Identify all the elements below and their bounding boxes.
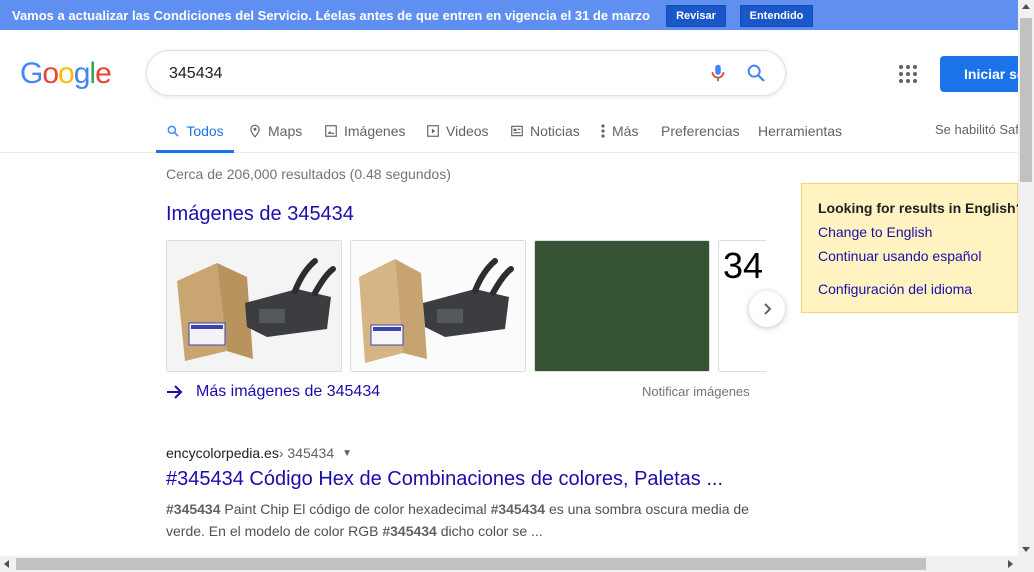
snippet-bold: #345434: [382, 523, 437, 539]
map-pin-icon: [250, 124, 260, 138]
tab-videos-label: Videos: [446, 123, 489, 139]
search-icon: [167, 125, 179, 137]
tab-more-label: Más: [612, 123, 639, 139]
scroll-down-arrow-icon[interactable]: [1022, 547, 1030, 552]
horizontal-scroll-thumb[interactable]: [16, 558, 926, 570]
tab-maps-label: Maps: [268, 123, 303, 139]
mic-icon[interactable]: [707, 62, 729, 84]
vertical-scroll-thumb[interactable]: [1020, 18, 1032, 182]
preferences-link[interactable]: Preferencias: [661, 110, 740, 152]
image-thumbnail[interactable]: [350, 240, 526, 372]
tools-link[interactable]: Herramientas: [758, 110, 842, 152]
vertical-scrollbar[interactable]: [1018, 0, 1034, 556]
result-url: encycolorpedia.es › 345434 ▼: [166, 445, 352, 461]
search-input[interactable]: [167, 62, 691, 86]
tab-news[interactable]: Noticias: [510, 110, 580, 152]
terms-update-banner: Vamos a actualizar las Condiciones del S…: [0, 0, 1018, 30]
banner-message: Vamos a actualizar las Condiciones del S…: [12, 7, 650, 23]
language-settings-link[interactable]: Configuración del idioma: [818, 281, 972, 297]
image-thumbnail[interactable]: [166, 240, 342, 372]
search-icon[interactable]: [745, 62, 767, 84]
carousel-next-button[interactable]: [749, 291, 785, 327]
logo-letter: e: [95, 57, 112, 90]
search-box: [146, 50, 786, 96]
thumbnail-text: 34: [723, 245, 764, 286]
tab-videos[interactable]: Videos: [426, 110, 489, 152]
tab-maps[interactable]: Maps: [248, 110, 302, 152]
news-icon: [511, 125, 523, 137]
tab-images[interactable]: Imágenes: [324, 110, 405, 152]
product-photo: [167, 241, 341, 371]
color-swatch-thumbnail[interactable]: [534, 240, 710, 372]
snippet-bold: #345434: [490, 501, 546, 517]
logo-letter: o: [58, 57, 75, 90]
image-carousel: 34: [166, 240, 766, 372]
language-suggestion-panel: Looking for results in English? Change t…: [801, 183, 1024, 313]
tab-more[interactable]: Más: [600, 110, 638, 152]
result-title-link[interactable]: #345434 Código Hex de Combinaciones de c…: [166, 468, 723, 491]
result-path: › 345434: [278, 445, 335, 461]
logo-letter: o: [42, 57, 59, 90]
more-vert-icon: [601, 124, 605, 138]
report-images-link[interactable]: Notificar imágenes: [642, 384, 750, 399]
product-photo: [351, 241, 525, 371]
scroll-left-arrow-icon[interactable]: [4, 560, 9, 568]
result-stats: Cerca de 206,000 resultados (0.48 segund…: [166, 166, 451, 182]
got-it-button[interactable]: Entendido: [740, 5, 813, 27]
keep-spanish-link[interactable]: Continuar usando español: [818, 248, 981, 264]
more-images-link[interactable]: Más imágenes de 345434: [166, 380, 380, 404]
tab-images-label: Imágenes: [344, 123, 406, 139]
images-heading[interactable]: Imágenes de 345434: [166, 203, 354, 226]
review-button[interactable]: Revisar: [666, 5, 726, 27]
safesearch-status[interactable]: Se habilitó SafeSearch: [935, 110, 1018, 148]
result-site: encycolorpedia.es: [166, 445, 279, 461]
result-snippet: #345434 Paint Chip El código de color he…: [166, 498, 766, 542]
tab-all-label: Todos: [186, 123, 224, 139]
snippet-text: Paint Chip El código de color hexadecima…: [220, 501, 491, 517]
tab-all[interactable]: Todos: [156, 110, 234, 153]
language-question: Looking for results in English?: [818, 200, 1025, 216]
chevron-right-icon: [764, 303, 772, 315]
caret-down-icon[interactable]: ▼: [342, 448, 352, 459]
snippet-bold: #345434: [166, 501, 221, 517]
search-tabs: Todos Maps Imágenes Videos Noticias Más …: [0, 110, 1018, 153]
image-icon: [325, 125, 337, 137]
arrow-right-icon: [167, 385, 183, 399]
video-icon: [427, 125, 439, 137]
change-to-english-link[interactable]: Change to English: [818, 224, 932, 240]
horizontal-scrollbar[interactable]: [0, 556, 1034, 572]
tab-news-label: Noticias: [530, 123, 580, 139]
more-images-label: Más imágenes de 345434: [196, 383, 381, 400]
scroll-right-arrow-icon[interactable]: [1008, 560, 1013, 568]
scroll-up-arrow-icon[interactable]: [1022, 4, 1030, 9]
snippet-text: dicho color se ...: [436, 523, 543, 539]
google-logo[interactable]: Google: [20, 57, 112, 91]
logo-letter: g: [73, 57, 91, 90]
logo-letter: G: [20, 57, 43, 90]
apps-grid-icon[interactable]: [898, 64, 918, 84]
